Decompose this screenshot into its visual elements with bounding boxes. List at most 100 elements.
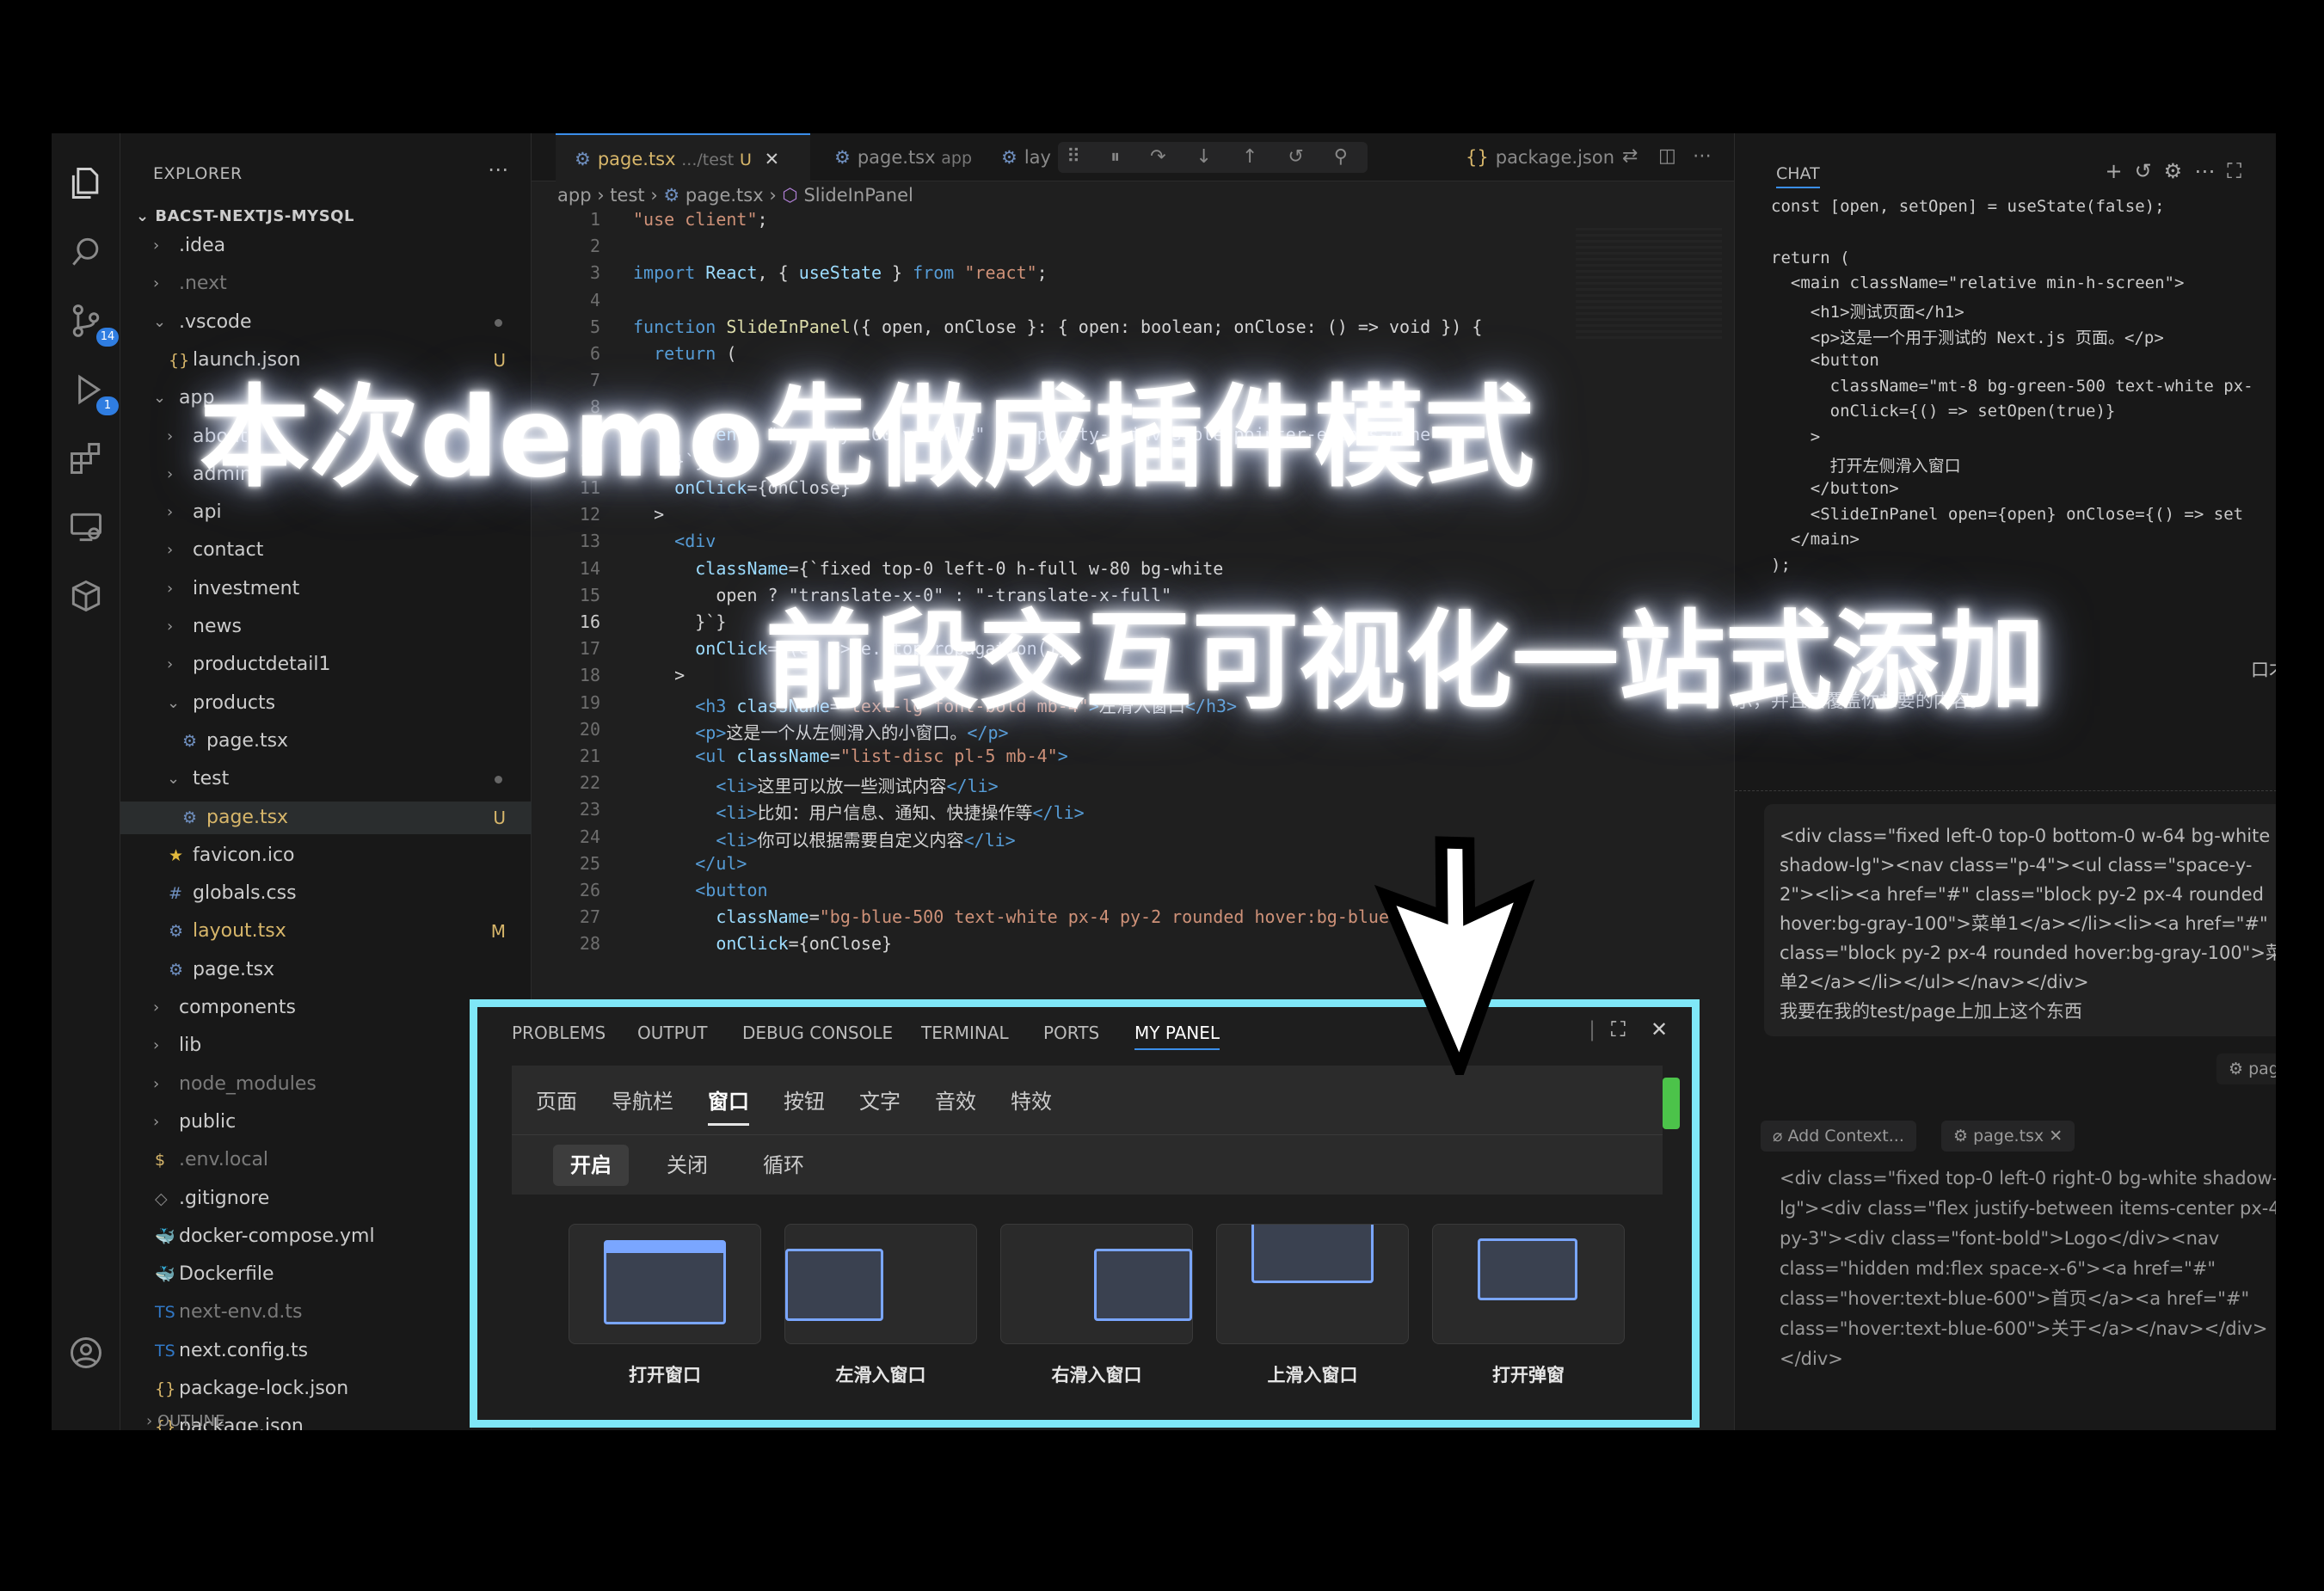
folder-item[interactable]: ⌄ .vscode bbox=[120, 306, 532, 339]
file-reference-chip[interactable]: ⚙ page.ts bbox=[2216, 1054, 2276, 1084]
subtab-open[interactable]: 开启 bbox=[553, 1145, 629, 1186]
add-icon[interactable]: + bbox=[2105, 159, 2134, 183]
maximize-icon[interactable]: ⛶ bbox=[1611, 1017, 1626, 1041]
line-number: 4 bbox=[589, 289, 600, 310]
card-popup[interactable] bbox=[1432, 1224, 1625, 1344]
extensions-icon[interactable] bbox=[67, 439, 105, 477]
card-slide-top[interactable] bbox=[1216, 1224, 1409, 1344]
breadcrumb-item[interactable]: page.tsx bbox=[686, 185, 764, 206]
window-preview bbox=[604, 1240, 726, 1324]
source-control-icon[interactable]: 14 bbox=[67, 302, 119, 347]
category-effects[interactable]: 特效 bbox=[1011, 1084, 1052, 1115]
context-file-chip[interactable]: ⚙ page.tsx ✕ bbox=[1941, 1121, 2075, 1152]
breadcrumb-item[interactable]: test bbox=[610, 185, 644, 206]
folder-item[interactable]: › productdetail1 bbox=[120, 648, 532, 681]
chat-input[interactable]: <div class="fixed top-0 left-0 right-0 b… bbox=[1780, 1164, 2276, 1374]
file-item[interactable]: ⚙ layout.tsx M bbox=[120, 915, 532, 948]
tree-item-label: page.tsx bbox=[206, 729, 289, 752]
file-reference-label: page.ts bbox=[2248, 1060, 2276, 1078]
chat-title: CHAT bbox=[1776, 164, 1820, 188]
gear-icon[interactable]: ⚙ bbox=[2164, 159, 2195, 183]
folder-item[interactable]: › .next bbox=[120, 267, 532, 300]
card-slide-left[interactable] bbox=[784, 1224, 977, 1344]
project-root[interactable]: ⌄ BACST-NEXTJS-MYSQL bbox=[136, 207, 354, 225]
line-number: 23 bbox=[579, 799, 600, 820]
compare-icon[interactable]: ⇄ bbox=[1622, 145, 1638, 167]
tab-output[interactable]: OUTPUT bbox=[637, 1023, 708, 1043]
subtab-loop[interactable]: 循环 bbox=[746, 1145, 821, 1186]
split-editor-icon[interactable]: ◫ bbox=[1658, 145, 1676, 167]
minimap[interactable] bbox=[1576, 228, 1722, 340]
tab-page-tsx-app[interactable]: ⚙ page.tsx app bbox=[822, 133, 977, 181]
more-actions-icon[interactable]: ⋯ bbox=[488, 157, 508, 181]
box-icon[interactable] bbox=[67, 577, 105, 615]
line-number: 17 bbox=[579, 638, 600, 660]
folder-item[interactable]: › contact bbox=[120, 534, 532, 567]
line-number: 25 bbox=[579, 852, 600, 874]
tab-label: package.json bbox=[1495, 147, 1614, 168]
tree-item-label: node_modules bbox=[179, 1072, 317, 1095]
more-actions-icon[interactable]: ⋯ bbox=[2194, 159, 2227, 183]
line-number: 14 bbox=[579, 557, 600, 579]
tree-item-label: contact bbox=[193, 539, 264, 562]
folder-item[interactable]: › investment bbox=[120, 573, 532, 605]
file-item[interactable]: # globals.css bbox=[120, 877, 532, 910]
category-sound[interactable]: 音效 bbox=[935, 1084, 976, 1115]
tab-layout[interactable]: ⚙ lay bbox=[989, 133, 1058, 181]
category-text[interactable]: 文字 bbox=[859, 1084, 901, 1115]
code-line: > bbox=[674, 665, 686, 686]
tab-page-tsx-test[interactable]: ⚙ page.tsx .../test U ✕ bbox=[556, 133, 810, 181]
breadcrumb-item[interactable]: SlideInPanel bbox=[803, 185, 913, 206]
category-navbar[interactable]: 导航栏 bbox=[612, 1084, 673, 1115]
tab-package-json[interactable]: {} package.json bbox=[1454, 133, 1626, 181]
folder-item[interactable]: › .idea bbox=[120, 230, 532, 262]
debug-toolbar[interactable]: ⠿ ⏸ ↷ ↓ ↑ ↺ ⚲ bbox=[1058, 142, 1368, 173]
close-icon[interactable]: ✕ bbox=[1651, 1017, 1668, 1041]
tab-terminal[interactable]: TERMINAL bbox=[921, 1023, 1009, 1043]
maximize-icon[interactable]: ⛶ bbox=[2227, 159, 2253, 183]
chevron-right-icon: › bbox=[146, 1412, 153, 1430]
chat-panel: CHAT +↺⚙⋯⛶ const [open, setOpen] = useSt… bbox=[1734, 133, 2276, 1430]
code-line: "use client"; bbox=[633, 209, 768, 230]
category-page[interactable]: 页面 bbox=[536, 1084, 577, 1115]
window-preview bbox=[785, 1249, 883, 1321]
user-message-code: <div class="fixed left-0 top-0 bottom-0 … bbox=[1780, 826, 2276, 992]
tab-ports[interactable]: PORTS bbox=[1043, 1023, 1099, 1043]
category-button[interactable]: 按钮 bbox=[784, 1084, 825, 1115]
tab-my-panel[interactable]: MY PANEL bbox=[1134, 1023, 1220, 1050]
file-item[interactable]: ⚙ page.tsx bbox=[120, 725, 532, 758]
source-control-badge: 14 bbox=[96, 328, 119, 347]
outline-section[interactable]: › OUTLINE bbox=[146, 1412, 224, 1430]
react-file-icon: ⚙ bbox=[834, 147, 851, 168]
chevron-right-icon: › bbox=[597, 185, 611, 206]
user-message: <div class="fixed left-0 top-0 bottom-0 … bbox=[1780, 821, 2276, 1026]
search-icon[interactable] bbox=[67, 233, 105, 271]
folder-item[interactable]: ⌄ test bbox=[120, 763, 532, 796]
explorer-icon[interactable] bbox=[67, 164, 105, 202]
remote-explorer-icon[interactable] bbox=[67, 508, 105, 546]
tab-debug-console[interactable]: DEBUG CONSOLE bbox=[742, 1023, 893, 1043]
card-slide-right[interactable] bbox=[1000, 1224, 1193, 1344]
subtab-close[interactable]: 关闭 bbox=[649, 1145, 725, 1186]
history-icon[interactable]: ↺ bbox=[2135, 159, 2164, 183]
add-context-button[interactable]: ⌀ Add Context... bbox=[1761, 1121, 1916, 1152]
account-icon[interactable] bbox=[67, 1334, 105, 1372]
card-open-window[interactable] bbox=[569, 1224, 761, 1344]
more-actions-icon[interactable]: ⋯ bbox=[1693, 145, 1712, 167]
file-item[interactable]: ★ favicon.ico bbox=[120, 839, 532, 872]
category-window[interactable]: 窗口 bbox=[708, 1084, 749, 1126]
file-item[interactable]: ⚙ page.tsx U bbox=[120, 801, 532, 834]
tab-problems[interactable]: PROBLEMS bbox=[512, 1023, 606, 1043]
breadcrumb-item[interactable]: app bbox=[557, 185, 592, 206]
close-icon[interactable]: ✕ bbox=[2049, 1127, 2063, 1146]
folder-item[interactable]: › news bbox=[120, 611, 532, 643]
close-icon[interactable]: ✕ bbox=[765, 149, 780, 169]
run-debug-icon[interactable]: 1 bbox=[67, 371, 119, 415]
json-file-icon: {} bbox=[155, 1379, 176, 1398]
tree-item-label: globals.css bbox=[193, 882, 297, 905]
resize-handle[interactable] bbox=[1663, 1078, 1680, 1129]
folder-item[interactable]: ⌄ products bbox=[120, 687, 532, 720]
file-item[interactable]: ⚙ page.tsx bbox=[120, 954, 532, 986]
line-number: 28 bbox=[579, 933, 600, 955]
git-status-badge: U bbox=[493, 807, 506, 828]
